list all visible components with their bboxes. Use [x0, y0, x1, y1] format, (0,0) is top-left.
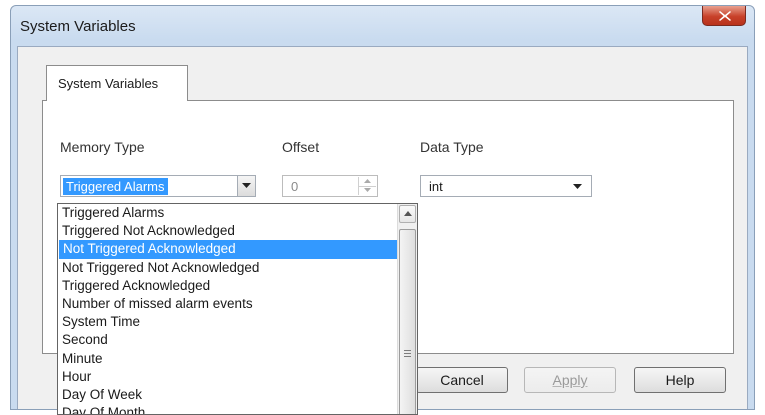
memory-type-dropdown-list[interactable]: Triggered Alarms Triggered Not Acknowledg…	[57, 203, 418, 415]
dropdown-item[interactable]: Minute	[58, 350, 398, 368]
memory-type-label: Memory Type	[60, 139, 145, 155]
apply-button-label: Apply	[552, 372, 588, 388]
help-button[interactable]: Help	[634, 367, 726, 393]
title-bar: System Variables	[11, 6, 754, 46]
dropdown-item[interactable]: System Time	[58, 313, 398, 331]
offset-decrement-button[interactable]	[359, 186, 376, 195]
dropdown-arrow-icon	[242, 183, 251, 188]
scroll-up-icon	[404, 211, 412, 216]
tab-system-variables[interactable]: System Variables	[46, 65, 188, 101]
scroll-grip	[404, 353, 411, 354]
dropdown-items: Triggered Alarms Triggered Not Acknowledg…	[58, 204, 398, 414]
dropdown-item[interactable]: Triggered Acknowledged	[58, 277, 398, 295]
dropdown-item[interactable]: Hour	[58, 368, 398, 386]
apply-button[interactable]: Apply	[524, 367, 616, 393]
memory-type-dropdown-button[interactable]	[237, 176, 255, 196]
data-type-select[interactable]: int	[420, 175, 592, 197]
dropdown-item[interactable]: Not Triggered Not Acknowledged	[58, 259, 398, 277]
spin-up-icon	[364, 179, 371, 183]
scroll-grip	[404, 350, 411, 351]
memory-type-selected-value: Triggered Alarms	[63, 178, 168, 195]
scroll-up-button[interactable]	[399, 205, 416, 223]
dropdown-scrollbar[interactable]	[397, 204, 417, 414]
dropdown-item[interactable]: Day Of Week	[58, 386, 398, 404]
cancel-button[interactable]: Cancel	[416, 367, 508, 393]
window-title: System Variables	[20, 18, 136, 35]
offset-value: 0	[291, 179, 299, 194]
scroll-grip	[404, 356, 411, 357]
dropdown-item[interactable]: Number of missed alarm events	[58, 295, 398, 313]
dropdown-item[interactable]: Day Of Month	[58, 404, 398, 414]
data-type-label: Data Type	[420, 139, 484, 155]
cancel-button-label: Cancel	[440, 372, 484, 388]
dropdown-item[interactable]: Triggered Alarms	[58, 204, 398, 222]
data-type-value: int	[429, 179, 443, 194]
spin-down-icon	[364, 188, 371, 192]
offset-label: Offset	[282, 139, 320, 155]
tab-label: System Variables	[58, 76, 159, 91]
offset-spin-buttons	[358, 177, 376, 195]
scroll-thumb[interactable]	[399, 229, 416, 414]
dropdown-item[interactable]: Second	[58, 331, 398, 349]
offset-spinner[interactable]: 0	[282, 175, 378, 197]
close-icon	[719, 11, 731, 21]
memory-type-combobox[interactable]: Triggered Alarms	[60, 175, 256, 197]
dropdown-item[interactable]: Not Triggered Acknowledged	[59, 240, 398, 259]
dropdown-arrow-icon	[573, 184, 582, 189]
help-button-label: Help	[665, 372, 695, 388]
dropdown-item[interactable]: Triggered Not Acknowledged	[58, 222, 398, 240]
close-button[interactable]	[702, 6, 746, 26]
